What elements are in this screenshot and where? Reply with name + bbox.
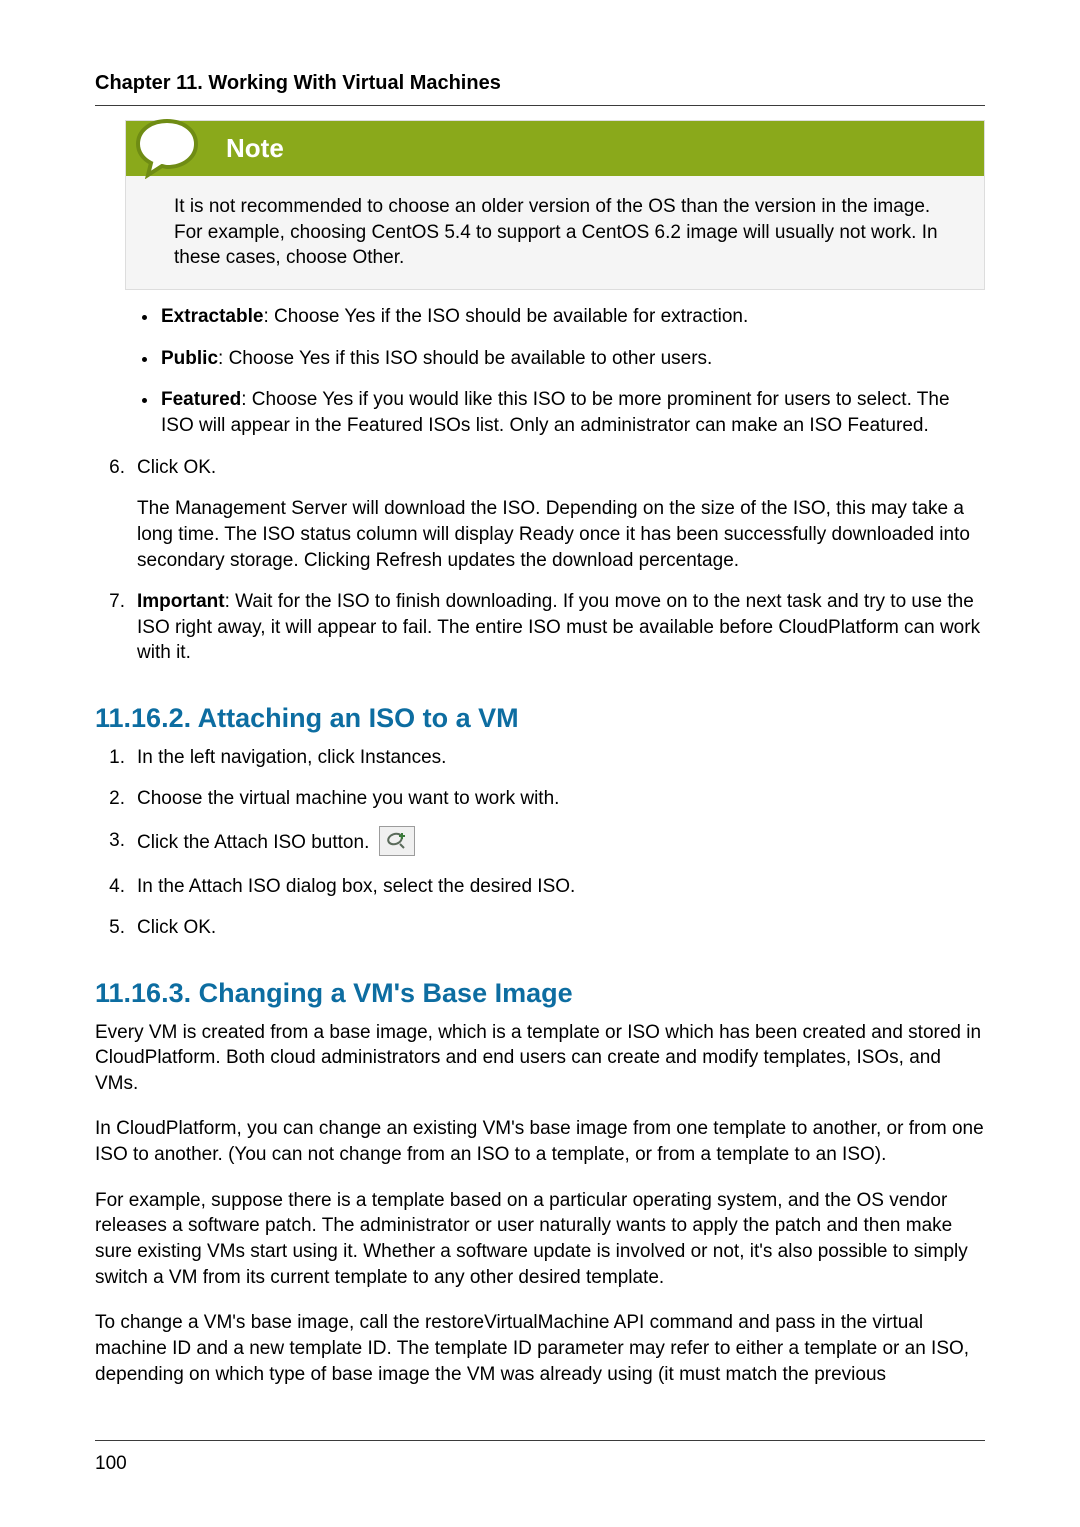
chapter-header: Chapter 11. Working With Virtual Machine… — [95, 70, 985, 106]
term-featured: Featured — [161, 389, 241, 410]
note-body: It is not recommended to choose an older… — [126, 176, 984, 289]
step-6-number: 6. — [95, 455, 137, 574]
attach-step-2: 2. Choose the virtual machine you want t… — [95, 786, 985, 812]
text-public: : Choose Yes if this ISO should be avail… — [218, 348, 712, 369]
attach-step-4-number: 4. — [95, 874, 137, 900]
step-6: 6. Click OK. The Management Server will … — [95, 455, 985, 574]
section-title-change-base: 11.16.3. Changing a VM's Base Image — [95, 975, 985, 1011]
sec3-p2: In CloudPlatform, you can change an exis… — [95, 1116, 985, 1167]
attach-step-3-text: Click the Attach ISO button. — [137, 832, 369, 853]
term-important: Important — [137, 591, 225, 612]
step-7-rest: : Wait for the ISO to finish downloading… — [137, 591, 980, 663]
section-body-change-base: Every VM is created from a base image, w… — [95, 1020, 985, 1388]
bullet-public: Public: Choose Yes if this ISO should be… — [159, 346, 985, 372]
attach-step-2-text: Choose the virtual machine you want to w… — [137, 786, 985, 812]
attach-step-5-text: Click OK. — [137, 915, 985, 941]
bullet-extractable: Extractable: Choose Yes if the ISO shoul… — [159, 304, 985, 330]
step-6-text-1: Click OK. — [137, 455, 985, 481]
attach-step-5: 5. Click OK. — [95, 915, 985, 941]
attach-step-1: 1. In the left navigation, click Instanc… — [95, 745, 985, 771]
note-admonition: Note It is not recommended to choose an … — [125, 120, 985, 290]
step-7-number: 7. — [95, 589, 137, 666]
section-title-attach-iso: 11.16.2. Attaching an ISO to a VM — [95, 700, 985, 736]
page-footer: 100 — [95, 1440, 985, 1477]
page: Chapter 11. Working With Virtual Machine… — [0, 0, 1080, 1527]
attach-step-3-number: 3. — [95, 828, 137, 858]
attach-step-3: 3. Click the Attach ISO button. — [95, 828, 985, 858]
page-number: 100 — [95, 1453, 127, 1474]
sec3-p3: For example, suppose there is a template… — [95, 1188, 985, 1291]
attach-iso-icon — [379, 826, 415, 856]
sec3-p4: To change a VM's base image, call the re… — [95, 1310, 985, 1387]
bullet-featured: Featured: Choose Yes if you would like t… — [159, 387, 985, 438]
attach-step-4: 4. In the Attach ISO dialog box, select … — [95, 874, 985, 900]
term-public: Public — [161, 348, 218, 369]
note-label: Note — [226, 133, 284, 163]
numbered-steps-attach: 1. In the left navigation, click Instanc… — [95, 745, 985, 942]
attach-step-1-text: In the left navigation, click Instances. — [137, 745, 985, 771]
step-7: 7. Important: Wait for the ISO to finish… — [95, 589, 985, 666]
note-title-bar: Note — [126, 121, 984, 176]
option-bullets: Extractable: Choose Yes if the ISO shoul… — [159, 304, 985, 439]
text-extractable: : Choose Yes if the ISO should be availa… — [263, 306, 748, 327]
step-7-text: Important: Wait for the ISO to finish do… — [137, 589, 985, 666]
attach-step-1-number: 1. — [95, 745, 137, 771]
attach-step-4-text: In the Attach ISO dialog box, select the… — [137, 874, 985, 900]
attach-step-3-text-wrapper: Click the Attach ISO button. — [137, 828, 985, 858]
term-extractable: Extractable — [161, 306, 263, 327]
text-featured: : Choose Yes if you would like this ISO … — [161, 389, 950, 436]
speech-bubble-icon — [132, 117, 202, 179]
attach-step-2-number: 2. — [95, 786, 137, 812]
sec3-p1: Every VM is created from a base image, w… — [95, 1020, 985, 1097]
step-6-text-2: The Management Server will download the … — [137, 496, 985, 573]
attach-step-5-number: 5. — [95, 915, 137, 941]
numbered-steps-a: 6. Click OK. The Management Server will … — [95, 455, 985, 666]
